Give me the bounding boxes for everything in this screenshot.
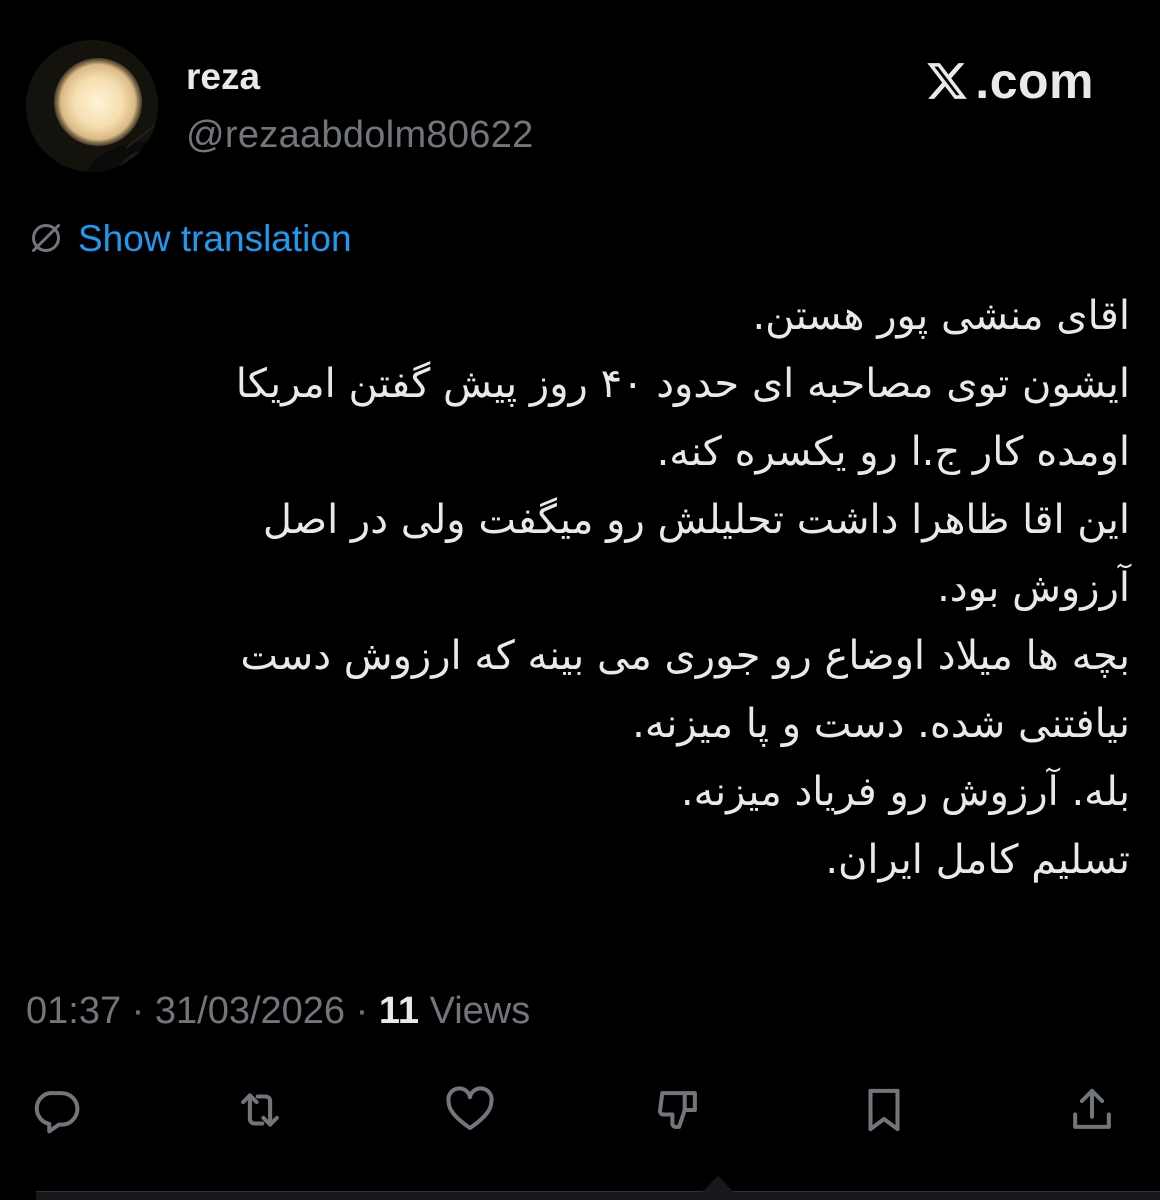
tweet-line: این اقا ظاهرا داشت تحلیلش رو میگفت ولی د… <box>262 497 1130 543</box>
globe-icon <box>32 224 60 252</box>
reply-icon <box>34 1091 80 1134</box>
avatar[interactable] <box>26 40 158 172</box>
source-domain: .com <box>975 53 1094 109</box>
tweet-text: اقای منشی پور هستن. ایشون توی مصاحبه ای … <box>50 282 1130 894</box>
bookmark-button[interactable] <box>852 1078 916 1142</box>
tweet-line: بچه ها میلاد اوضاع رو جوری می بینه که ار… <box>240 633 1130 679</box>
tweet-meta: 01:37 · 31/03/2026 · 11 Views <box>26 986 530 1036</box>
source-mark: .com <box>925 54 1094 108</box>
like-icon <box>446 1086 494 1131</box>
share-icon <box>1073 1088 1111 1129</box>
tweet-line: بله. آرزوش رو فریاد میزنه. <box>680 769 1130 815</box>
action-bar <box>0 1078 1160 1142</box>
show-translation-button[interactable]: Show translation <box>26 216 352 260</box>
tweet-line: نیافتنی شده. دست و پا میزنه. <box>632 701 1130 747</box>
reply-button[interactable] <box>24 1078 88 1142</box>
repost-icon <box>241 1093 279 1127</box>
dislike-button[interactable] <box>646 1078 710 1142</box>
tweet-line: آرزوش بود. <box>937 565 1130 611</box>
bookmark-icon <box>868 1088 900 1132</box>
tweet-date[interactable]: 31/03/2026 <box>155 990 345 1033</box>
tweet-time[interactable]: 01:37 <box>26 990 121 1033</box>
moon-photo-avatar <box>26 40 158 172</box>
views-count[interactable]: 11 <box>379 990 419 1033</box>
x-logo-icon <box>927 63 968 99</box>
display-name[interactable]: reza <box>186 58 260 95</box>
tweet-line: تسلیم کامل ایران. <box>825 837 1130 883</box>
dislike-icon <box>657 1091 697 1129</box>
bottom-bar <box>36 1176 1160 1200</box>
tweet-line: اقای منشی پور هستن. <box>752 293 1130 339</box>
user-handle[interactable]: @rezaabdolm80622 <box>186 116 534 154</box>
tweet-line: ایشون توی مصاحبه ای حدود ۴۰ روز پیش گفتن… <box>235 361 1130 407</box>
meta-separator: · <box>345 989 379 1032</box>
tweet-line: اومده کار ج.ا رو یکسره کنه. <box>656 429 1130 475</box>
views-label: Views <box>419 989 531 1032</box>
like-button[interactable] <box>438 1078 502 1142</box>
share-button[interactable] <box>1060 1078 1124 1142</box>
bottom-bar-notch <box>702 1176 734 1192</box>
repost-button[interactable] <box>228 1078 292 1142</box>
meta-separator: · <box>121 989 155 1032</box>
show-translation-label: Show translation <box>78 217 352 259</box>
